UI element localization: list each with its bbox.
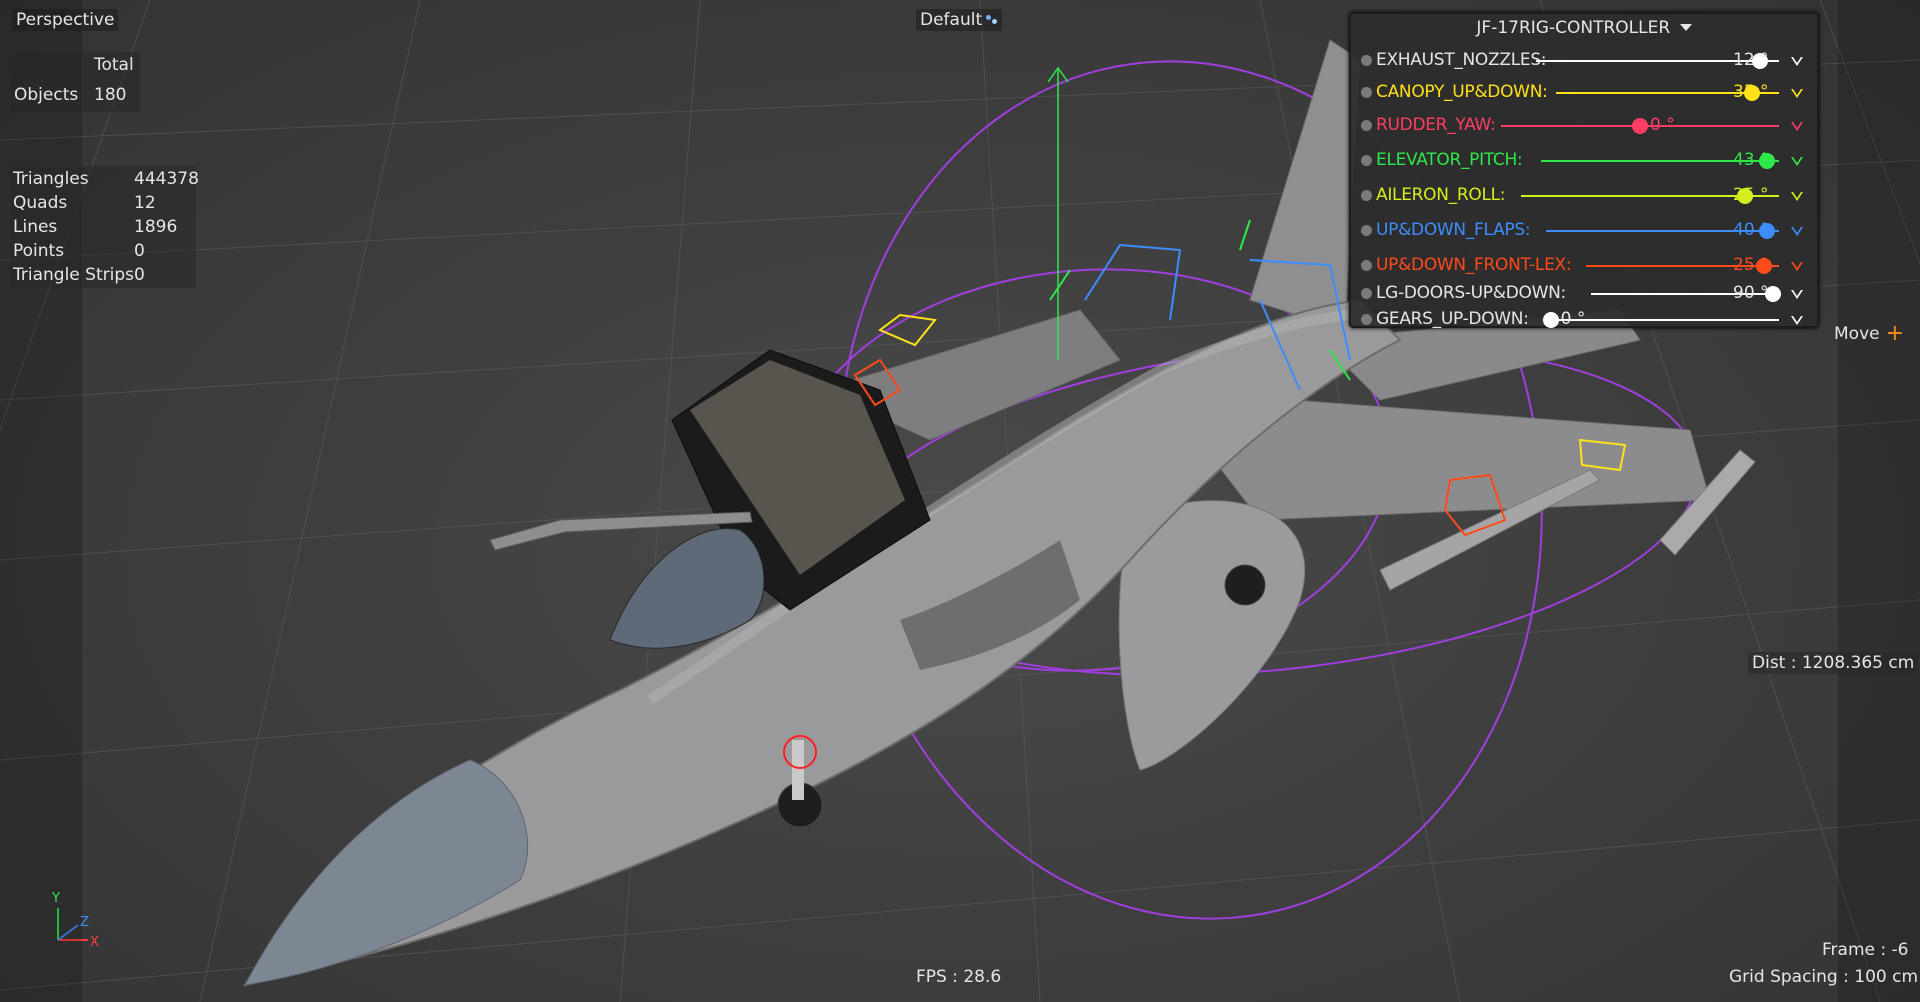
slider-value: 90 ° <box>1733 283 1769 303</box>
stat-value-points: 0 <box>134 241 145 261</box>
keyframe-dot-button[interactable] <box>1361 155 1372 166</box>
axis-y-label: Y <box>52 891 60 906</box>
slider-value: 43 ° <box>1733 150 1769 170</box>
stat-label-points: Points <box>13 241 65 261</box>
dropdown-arrow-icon[interactable] <box>1791 57 1803 66</box>
objects-stats-panel: Total Objects 180 <box>10 52 140 112</box>
dropdown-arrow-icon[interactable] <box>1791 316 1803 325</box>
display-mode-label: Default <box>920 10 983 30</box>
dropdown-arrow-icon[interactable] <box>1791 89 1803 98</box>
keyframe-dot-button[interactable] <box>1361 260 1372 271</box>
keyframe-dot-button[interactable] <box>1361 87 1372 98</box>
active-tool-label: Move <box>1834 324 1880 344</box>
controller-row: EXHAUST_NOZZLES: 12 ° <box>1361 47 1811 75</box>
keyframe-dot-button[interactable] <box>1361 55 1372 66</box>
controller-label: GEARS_UP-DOWN: <box>1376 309 1529 329</box>
slider-value: 12 ° <box>1733 50 1769 70</box>
controller-label: ELEVATOR_PITCH: <box>1376 150 1523 170</box>
dropdown-arrow-icon[interactable] <box>1791 157 1803 166</box>
stat-value-quads: 12 <box>134 193 156 213</box>
slider-value: 25 ° <box>1733 185 1769 205</box>
controller-row: ELEVATOR_PITCH: 43 ° <box>1361 147 1811 175</box>
active-tool-indicator: Move + <box>1834 323 1904 345</box>
rig-controller-title[interactable]: JF-17RIG-CONTROLLER <box>1351 18 1817 38</box>
fps-readout: FPS : 28.6 <box>916 967 1002 987</box>
controller-row: UP&DOWN_FLAPS: 40 ° <box>1361 217 1811 245</box>
controller-label: RUDDER_YAW: <box>1376 115 1496 135</box>
controller-label: LG-DOORS-UP&DOWN: <box>1376 283 1566 303</box>
left-dark-band <box>0 0 82 1002</box>
rig-controller-panel: JF-17RIG-CONTROLLER EXHAUST_NOZZLES: 12 °… <box>1349 12 1819 329</box>
stat-value-triangles: 444378 <box>134 169 199 189</box>
dropdown-arrow-icon[interactable] <box>1791 262 1803 271</box>
grid-spacing-readout: Grid Spacing : 100 cm <box>1729 967 1919 987</box>
controller-row: GEARS_UP-DOWN: 0 ° <box>1361 306 1811 334</box>
stats-header: Total <box>94 55 134 75</box>
move-plus-icon: + <box>1885 321 1905 346</box>
camera-menu[interactable]: Perspective <box>12 9 119 31</box>
controller-row: CANOPY_UP&DOWN: 35 ° <box>1361 79 1811 107</box>
geometry-stats-panel: Triangles 444378 Quads 12 Lines 1896 Poi… <box>10 166 199 288</box>
controller-label: UP&DOWN_FLAPS: <box>1376 220 1531 240</box>
controller-label: AILERON_ROLL: <box>1376 185 1506 205</box>
display-mode-menu[interactable]: Default <box>916 9 1003 31</box>
dropdown-arrow-icon[interactable] <box>1791 192 1803 201</box>
camera-label: Perspective <box>16 10 115 30</box>
stat-value-triangle-strips: 0 <box>134 265 145 285</box>
keyframe-dot-button[interactable] <box>1361 225 1372 236</box>
slider-value: 40 ° <box>1733 220 1769 240</box>
stat-label-triangle-strips: Triangle Strips <box>13 265 134 285</box>
right-dark-band <box>1838 0 1920 1002</box>
stat-label-quads: Quads <box>13 193 68 213</box>
slider-value: 0 ° <box>1560 309 1586 329</box>
dropdown-arrow-icon[interactable] <box>1791 122 1803 131</box>
controller-row: UP&DOWN_FRONT-LEX: 25 ° <box>1361 252 1811 280</box>
slider-knob[interactable] <box>1632 118 1648 134</box>
3d-viewport[interactable]: Perspective Default Total Objects 180 Tr… <box>0 0 1920 1002</box>
controller-label: UP&DOWN_FRONT-LEX: <box>1376 255 1572 275</box>
controller-label: CANOPY_UP&DOWN: <box>1376 82 1548 102</box>
stat-label-lines: Lines <box>13 217 58 237</box>
slider-value: 25 ° <box>1733 255 1769 275</box>
slider-knob[interactable] <box>1542 312 1559 328</box>
controller-row: AILERON_ROLL: 25 ° <box>1361 182 1811 210</box>
objects-label: Objects <box>14 85 79 105</box>
keyframe-dot-button[interactable] <box>1361 190 1372 201</box>
keyframe-dot-button[interactable] <box>1361 288 1372 299</box>
axis-z-label: Z <box>80 915 89 930</box>
slider-value: 35 ° <box>1733 82 1769 102</box>
controller-row: RUDDER_YAW: 0 ° <box>1361 112 1811 140</box>
keyframe-dot-button[interactable] <box>1361 120 1372 131</box>
dropdown-arrow-icon[interactable] <box>1791 227 1803 236</box>
distance-readout: Dist : 1208.365 cm <box>1748 652 1919 674</box>
keyframe-dot-button[interactable] <box>1361 314 1372 325</box>
objects-value: 180 <box>94 85 127 105</box>
frame-readout: Frame : -6 <box>1822 940 1909 960</box>
rig-controller-title-text: JF-17RIG-CONTROLLER <box>1476 18 1671 38</box>
controller-row: LG-DOORS-UP&DOWN: 90 ° <box>1361 280 1811 308</box>
display-mode-icon <box>986 15 998 25</box>
stat-value-lines: 1896 <box>134 217 178 237</box>
slider-value: 0 ° <box>1650 115 1675 135</box>
chevron-down-icon <box>1679 24 1692 31</box>
controller-label: EXHAUST_NOZZLES: <box>1376 50 1547 70</box>
dropdown-arrow-icon[interactable] <box>1791 290 1803 299</box>
stat-label-triangles: Triangles <box>13 169 89 189</box>
axis-x-label: X <box>90 935 99 950</box>
